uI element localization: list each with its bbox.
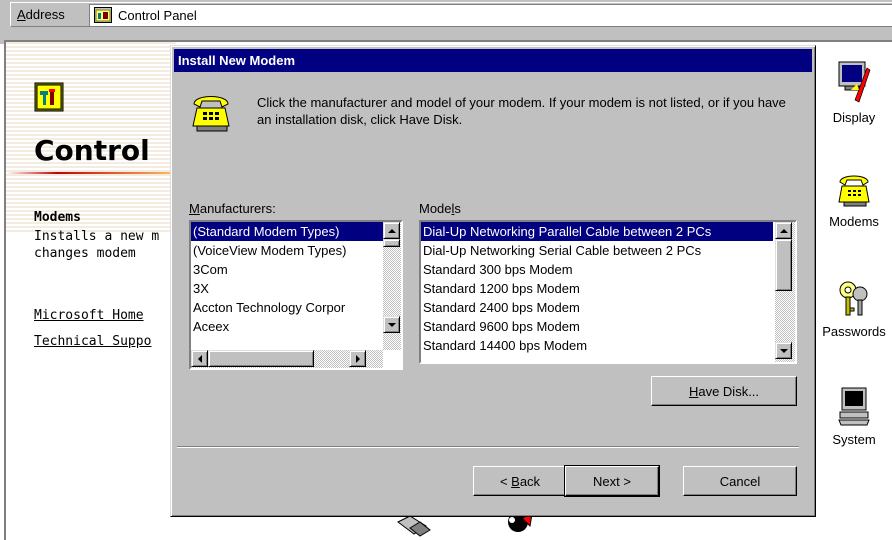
manufacturer-item[interactable]: 3Com bbox=[191, 260, 383, 279]
address-bar: Address Control Panel bbox=[0, 0, 892, 44]
icon-label: Passwords bbox=[822, 324, 886, 339]
manufacturer-item[interactable]: 3X bbox=[191, 279, 383, 298]
back-label-a: < bbox=[499, 473, 512, 489]
address-value: Control Panel bbox=[118, 8, 197, 23]
model-item[interactable]: Standard 14400 bps Modem bbox=[421, 336, 773, 355]
scroll-down-button[interactable] bbox=[775, 342, 792, 359]
control-panel-item-modems[interactable]: Modems bbox=[814, 168, 892, 229]
model-item[interactable]: Standard 1200 bps Modem bbox=[421, 279, 773, 298]
manufacturers-label: Manufacturers: bbox=[189, 201, 276, 216]
icon-label: Display bbox=[832, 110, 876, 125]
mouse-icon bbox=[397, 515, 431, 537]
manufacturers-horizontal-scrollbar[interactable] bbox=[191, 350, 383, 368]
scroll-down-button[interactable] bbox=[383, 316, 400, 333]
keys-icon bbox=[839, 281, 868, 316]
back-button[interactable]: < Back bbox=[473, 466, 567, 496]
manufacturers-label-rest: anufacturers: bbox=[199, 201, 276, 216]
models-items: Dial-Up Networking Parallel Cable betwee… bbox=[421, 222, 773, 362]
description-line: Installs a new m bbox=[34, 229, 160, 244]
have-disk-label-rest: ave Disk... bbox=[698, 383, 760, 399]
install-new-modem-dialog: Install New Modem Click the manufacturer… bbox=[170, 45, 816, 517]
manufacturers-items: (Standard Modem Types) (VoiceView Modem … bbox=[191, 222, 383, 350]
dialog-divider bbox=[177, 446, 799, 448]
arrow-left-icon bbox=[197, 354, 202, 363]
link-technical-support[interactable]: Technical Suppo bbox=[34, 334, 151, 349]
back-label-b: ack bbox=[519, 473, 541, 489]
arrow-up-icon bbox=[387, 228, 396, 233]
display-icon bbox=[838, 61, 871, 103]
control-panel-icon bbox=[94, 7, 112, 23]
models-list[interactable]: Dial-Up Networking Parallel Cable betwee… bbox=[419, 220, 797, 364]
manufacturer-item[interactable]: (VoiceView Modem Types) bbox=[191, 241, 383, 260]
address-label-rest: ddress bbox=[25, 7, 65, 22]
model-item[interactable]: Dial-Up Networking Serial Cable between … bbox=[421, 241, 773, 260]
manufacturer-item[interactable]: (Standard Modem Types) bbox=[191, 222, 383, 241]
have-disk-button[interactable]: Have Disk... bbox=[651, 376, 797, 406]
control-panel-folder-icon bbox=[34, 82, 64, 112]
arrow-right-icon bbox=[355, 354, 360, 363]
dialog-message: Click the manufacturer and model of your… bbox=[257, 95, 786, 127]
link-microsoft-home[interactable]: Microsoft Home bbox=[34, 308, 144, 323]
icon-label: Modems bbox=[829, 214, 879, 229]
manufacturer-item[interactable]: Accton Technology Corpor bbox=[191, 298, 383, 317]
computer-icon bbox=[838, 387, 870, 426]
scroll-right-button[interactable] bbox=[349, 350, 366, 367]
modem-telephone-icon bbox=[192, 96, 230, 132]
control-panel-item-passwords[interactable]: Passwords bbox=[814, 278, 892, 339]
arrow-up-icon bbox=[779, 228, 788, 233]
selected-item-description: Installs a new m changes modem bbox=[34, 228, 184, 262]
model-item[interactable]: Standard 2400 bps Modem bbox=[421, 298, 773, 317]
scroll-up-button[interactable] bbox=[383, 222, 400, 239]
model-item[interactable]: Standard 9600 bps Modem bbox=[421, 317, 773, 336]
next-button[interactable]: Next > bbox=[564, 465, 660, 497]
manufacturer-item[interactable]: Aceex bbox=[191, 317, 383, 336]
manufacturers-vertical-scrollbar[interactable] bbox=[383, 222, 401, 350]
icon-label: System bbox=[832, 432, 876, 447]
address-field[interactable]: Control Panel bbox=[89, 4, 892, 26]
dialog-title[interactable]: Install New Modem bbox=[174, 49, 812, 72]
scroll-up-button[interactable] bbox=[775, 222, 792, 239]
arrow-down-icon bbox=[779, 348, 788, 353]
control-panel-item-system[interactable]: System bbox=[814, 386, 892, 447]
scroll-left-button[interactable] bbox=[191, 350, 208, 367]
model-item[interactable]: Standard 300 bps Modem bbox=[421, 260, 773, 279]
manufacturers-list[interactable]: (Standard Modem Types) (VoiceView Modem … bbox=[189, 220, 403, 370]
scroll-thumb[interactable] bbox=[208, 350, 314, 367]
model-item[interactable]: Dial-Up Networking Parallel Cable betwee… bbox=[421, 222, 773, 241]
models-label-a: Mode bbox=[419, 201, 452, 216]
page-title: Control bbox=[34, 134, 150, 167]
description-line: changes modem bbox=[34, 246, 136, 261]
control-panel-item-display[interactable]: Display bbox=[814, 60, 892, 125]
models-label-b: s bbox=[454, 201, 461, 216]
models-label: Models bbox=[419, 201, 461, 216]
scroll-thumb[interactable] bbox=[775, 239, 792, 291]
arrow-down-icon bbox=[387, 322, 396, 327]
address-label: Address bbox=[17, 7, 65, 22]
selected-item-title: Modems bbox=[34, 210, 81, 225]
title-divider bbox=[6, 172, 176, 174]
modem-telephone-icon bbox=[838, 175, 870, 207]
models-vertical-scrollbar[interactable] bbox=[775, 222, 795, 362]
scroll-thumb[interactable] bbox=[383, 239, 400, 247]
cancel-button[interactable]: Cancel bbox=[683, 466, 797, 496]
address-toolbar: Address Control Panel bbox=[10, 2, 892, 27]
